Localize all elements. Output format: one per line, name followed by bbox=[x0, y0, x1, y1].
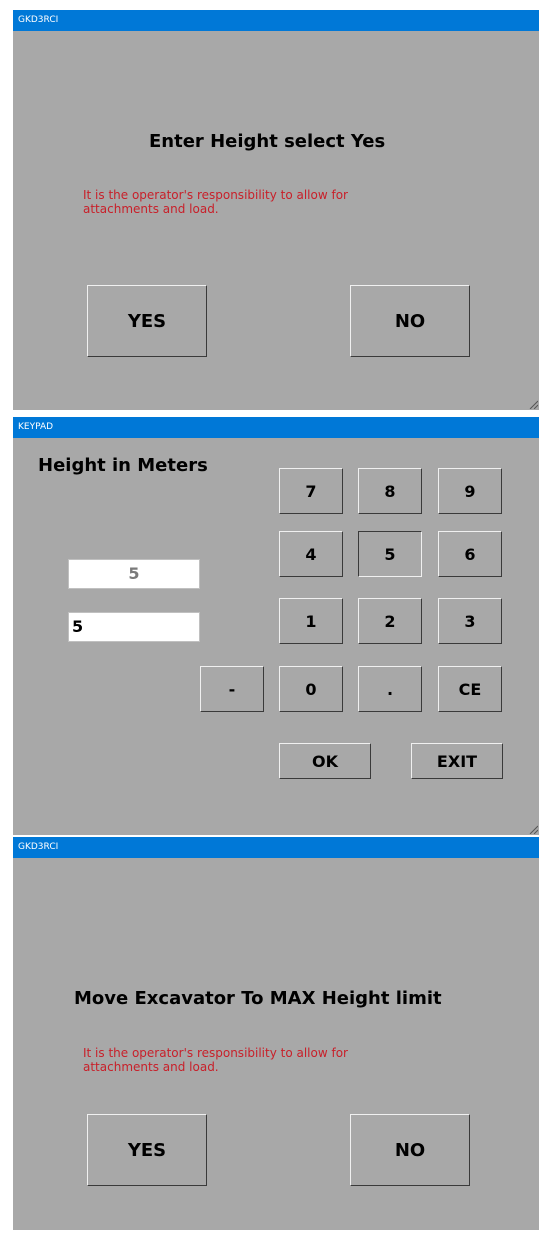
resize-grip-icon[interactable] bbox=[528, 824, 538, 834]
exit-button[interactable]: EXIT bbox=[411, 743, 503, 779]
key-5[interactable]: 5 bbox=[358, 531, 422, 577]
current-height-display: 5 bbox=[68, 559, 200, 589]
resize-grip-icon[interactable] bbox=[528, 399, 538, 409]
key-0[interactable]: 0 bbox=[279, 666, 343, 712]
key-clear-entry[interactable]: CE bbox=[438, 666, 502, 712]
key-3[interactable]: 3 bbox=[438, 598, 502, 644]
key-7[interactable]: 7 bbox=[279, 468, 343, 514]
key-2[interactable]: 2 bbox=[358, 598, 422, 644]
key-6[interactable]: 6 bbox=[438, 531, 502, 577]
key-1[interactable]: 1 bbox=[279, 598, 343, 644]
key-minus[interactable]: - bbox=[200, 666, 264, 712]
key-4[interactable]: 4 bbox=[279, 531, 343, 577]
key-decimal[interactable]: . bbox=[358, 666, 422, 712]
ok-button[interactable]: OK bbox=[279, 743, 371, 779]
height-entry-field[interactable]: 5 bbox=[68, 612, 200, 642]
yes-button[interactable]: YES bbox=[87, 285, 207, 357]
window-title: KEYPAD bbox=[13, 417, 539, 438]
height-prompt-window: GKD3RCI Enter Height select Yes It is th… bbox=[13, 10, 539, 410]
yes-button[interactable]: YES bbox=[87, 1114, 207, 1186]
keypad-window: KEYPAD Height in Meters 5 5 7 8 9 4 5 6 … bbox=[13, 417, 539, 835]
prompt-heading: Move Excavator To MAX Height limit bbox=[74, 988, 442, 1009]
no-button[interactable]: NO bbox=[350, 1114, 470, 1186]
keypad-heading: Height in Meters bbox=[38, 455, 208, 476]
warning-text: It is the operator's responsibility to a… bbox=[83, 1046, 348, 1074]
no-button[interactable]: NO bbox=[350, 285, 470, 357]
max-height-prompt-window: GKD3RCI Move Excavator To MAX Height lim… bbox=[13, 837, 539, 1230]
key-9[interactable]: 9 bbox=[438, 468, 502, 514]
window-title: GKD3RCI bbox=[13, 837, 539, 858]
warning-text: It is the operator's responsibility to a… bbox=[83, 188, 348, 216]
window-title: GKD3RCI bbox=[13, 10, 539, 31]
prompt-heading: Enter Height select Yes bbox=[149, 131, 386, 152]
key-8[interactable]: 8 bbox=[358, 468, 422, 514]
